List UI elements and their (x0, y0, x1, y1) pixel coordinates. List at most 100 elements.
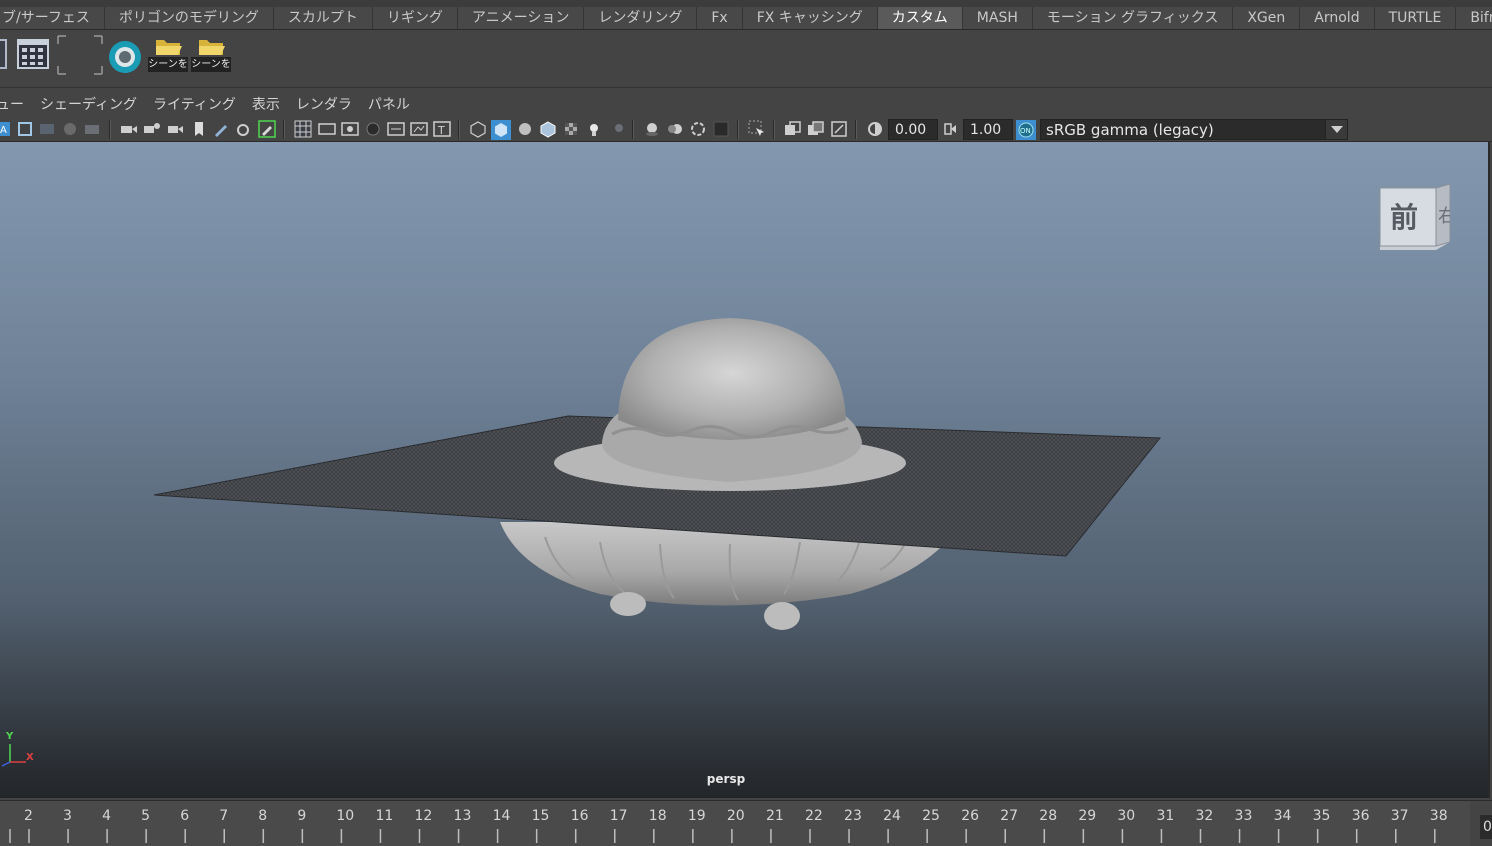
snap-icon[interactable] (235, 120, 253, 138)
color-space-dropdown[interactable]: sRGB gamma (legacy) (1040, 119, 1348, 140)
render-view-icon[interactable] (0, 34, 12, 74)
isolate-select-icon[interactable] (748, 120, 766, 138)
default-material-icon[interactable] (516, 120, 534, 138)
timeline-tick-label: 34 (1273, 808, 1292, 824)
gate-mask-icon[interactable] (364, 120, 382, 138)
safe-title-icon[interactable]: T (433, 120, 451, 138)
shadows-icon[interactable] (608, 120, 626, 138)
persp-viewport[interactable]: 前 右 Y X persp (0, 142, 1490, 798)
xray-joints-icon[interactable] (830, 120, 848, 138)
film-gate-icon[interactable] (318, 120, 336, 138)
shelf-tab-1[interactable]: ポリゴンのモデリング (104, 7, 274, 29)
viewcube[interactable]: 前 右 (1376, 183, 1454, 252)
camera-tumble-icon[interactable] (166, 120, 184, 138)
shelf-tab-14[interactable]: Bifrost (1456, 7, 1492, 29)
wireframe-on-shaded-icon[interactable] (539, 120, 557, 138)
grease-pencil-icon[interactable] (212, 120, 230, 138)
panel-menu-item-5[interactable]: パネル (360, 94, 418, 116)
timeline-tick-label: 19 (687, 808, 706, 824)
timeline-ruler[interactable]: 2 3 4 5 6 7 8 9 10 11 12 13 14 15 16 17 18 19 20 21 22 23 24 25… (0, 801, 1470, 846)
camera-track-icon[interactable] (143, 120, 161, 138)
resolution-gate-icon[interactable] (341, 120, 359, 138)
timeline-tick-label: 17 (609, 808, 628, 824)
shelf-tab-10[interactable]: モーション グラフィックス (1032, 7, 1234, 29)
grid-toggle-icon[interactable] (294, 120, 312, 138)
timeline-tick-label: 26 (961, 808, 980, 824)
anti-aliasing-icon[interactable] (689, 120, 707, 138)
shelf-tab-0[interactable]: ブ/サーフェス (0, 7, 105, 29)
panel-menu-item-1[interactable]: シェーディング (32, 94, 145, 116)
shelf-tab-13[interactable]: TURTLE (1374, 7, 1457, 29)
shelf-tab-6[interactable]: Fx (697, 7, 743, 29)
timeline-tick-label: 12 (414, 808, 433, 824)
textured-icon[interactable] (562, 120, 580, 138)
exposure-field[interactable]: 0.00 (888, 119, 938, 140)
screen-space-ao-icon[interactable] (643, 120, 661, 138)
xray-icon[interactable] (784, 120, 802, 138)
shelf-tab-2[interactable]: スカルプト (273, 7, 373, 29)
gamma-icon[interactable] (941, 120, 959, 138)
panel-toolbar: A T 0.00 1.00 ON sRGB gamma (legacy) (0, 117, 1492, 142)
timeline-tick-label: 20 (726, 808, 745, 824)
shelf-tab-12[interactable]: Arnold (1300, 7, 1375, 29)
bookmarks-icon[interactable] (38, 120, 56, 138)
timeline-tick-label: 38 (1429, 808, 1448, 824)
timeline-tick-label: 7 (219, 808, 229, 824)
safe-action-icon[interactable] (410, 120, 428, 138)
time-slider[interactable]: 2 3 4 5 6 7 8 9 10 11 12 13 14 15 16 17 18 19 20 21 22 23 24 25… (0, 800, 1492, 846)
viewcube-right-label[interactable]: 右 (1438, 202, 1450, 228)
viewcube-front-label[interactable]: 前 (1390, 196, 1418, 236)
panel-menu-item-3[interactable]: 表示 (244, 94, 288, 116)
timeline-tick-label: 2 (24, 808, 33, 824)
timeline-tick-label: 24 (883, 808, 901, 824)
shelf-tab-4[interactable]: アニメーション (457, 7, 585, 29)
panel-menu-item-2[interactable]: ライティング (145, 94, 244, 116)
exposure-icon[interactable] (866, 120, 884, 138)
shelf-tab-3[interactable]: リギング (372, 7, 458, 29)
image-plane-icon[interactable] (61, 120, 79, 138)
camera-attributes-icon[interactable] (16, 120, 34, 138)
depth-of-field-icon[interactable] (712, 120, 730, 138)
gamma-field[interactable]: 1.00 (963, 119, 1013, 140)
timeline-tick-label: 31 (1156, 808, 1175, 824)
timeline-tick-label: 27 (1000, 808, 1019, 824)
timeline-tick-label: 29 (1078, 808, 1097, 824)
shelf-tab-8[interactable]: カスタム (877, 7, 963, 29)
shelf-tab-5[interactable]: レンダリング (584, 7, 698, 29)
2d-pan-zoom-icon[interactable] (83, 120, 101, 138)
color-space-value: sRGB gamma (legacy) (1046, 121, 1214, 139)
panel-menu-item-0[interactable]: ュー (0, 94, 32, 116)
shelf-tab-9[interactable]: MASH (962, 7, 1033, 29)
empty-slot-icon[interactable] (56, 34, 104, 75)
panel-menu-bar: ュー シェーディング ライティング 表示 レンダラ パネル (0, 94, 1492, 116)
panel-menu-item-4[interactable]: レンダラ (288, 94, 360, 116)
bookmark-icon[interactable] (190, 120, 208, 138)
timeline-tick-label: 33 (1234, 808, 1253, 824)
timeline-tick-label: 16 (570, 808, 589, 824)
ring-icon[interactable] (106, 34, 146, 74)
timeline-tick-label: 36 (1351, 808, 1370, 824)
axis-gizmo: Y X (0, 731, 40, 768)
field-chart-icon[interactable] (387, 120, 405, 138)
use-all-lights-icon[interactable] (585, 120, 603, 138)
chevron-down-icon[interactable] (1325, 120, 1347, 139)
axis-y-label: Y (6, 731, 14, 742)
grid-layout-icon[interactable] (14, 34, 54, 74)
timeline-tick-label: 18 (648, 808, 667, 824)
shelf-tab-11[interactable]: XGen (1233, 7, 1301, 29)
camera-icon[interactable] (120, 120, 138, 138)
current-frame-field[interactable]: 0 (1480, 815, 1492, 839)
shelf-tab-7[interactable]: FX キャッシング (742, 7, 878, 29)
open-scene-button-1[interactable]: シーンを (148, 34, 188, 74)
smooth-shade-icon[interactable] (491, 120, 511, 140)
timeline-tick-label: 32 (1195, 808, 1214, 824)
motion-blur-icon[interactable] (666, 120, 684, 138)
xray-active-icon[interactable] (807, 120, 825, 138)
select-camera-icon[interactable]: A (0, 120, 14, 138)
shelf: シーンを シーンを (0, 30, 1492, 88)
timeline-tick-label: 3 (63, 808, 72, 824)
open-scene-button-2[interactable]: シーンを (191, 34, 231, 74)
wireframe-icon[interactable] (469, 120, 487, 138)
pencil-active-icon[interactable] (258, 120, 276, 138)
color-management-toggle-icon[interactable]: ON (1016, 120, 1036, 140)
